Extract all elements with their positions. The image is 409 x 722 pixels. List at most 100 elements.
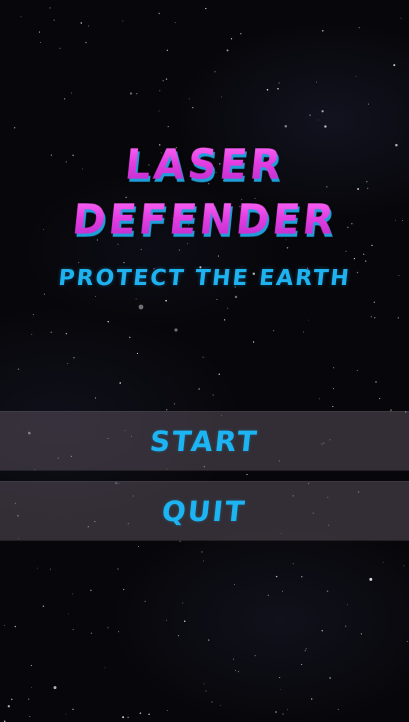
star bbox=[358, 26, 360, 29]
star bbox=[319, 398, 321, 400]
star bbox=[166, 710, 168, 711]
star bbox=[31, 333, 33, 335]
game-title-line-2: DEFENDER bbox=[0, 196, 409, 244]
star bbox=[284, 124, 288, 128]
star bbox=[174, 22, 176, 24]
star bbox=[332, 367, 335, 369]
star bbox=[123, 262, 125, 264]
star bbox=[117, 568, 119, 570]
star bbox=[220, 705, 222, 706]
star bbox=[346, 604, 348, 606]
star bbox=[129, 336, 131, 339]
star bbox=[32, 314, 34, 316]
star bbox=[211, 701, 213, 703]
star bbox=[363, 253, 365, 255]
star bbox=[104, 667, 106, 669]
star bbox=[279, 689, 281, 690]
star bbox=[315, 81, 318, 83]
star bbox=[183, 620, 186, 622]
star bbox=[353, 258, 355, 260]
star bbox=[73, 357, 75, 359]
star bbox=[205, 690, 207, 692]
star bbox=[72, 593, 74, 595]
star bbox=[369, 577, 373, 581]
star bbox=[207, 639, 210, 641]
star bbox=[201, 551, 203, 553]
star bbox=[254, 655, 256, 657]
star bbox=[11, 698, 13, 701]
star bbox=[322, 30, 324, 32]
star bbox=[308, 319, 310, 321]
star bbox=[173, 403, 175, 405]
star bbox=[49, 7, 51, 9]
star bbox=[166, 619, 167, 621]
asteroid bbox=[138, 304, 144, 310]
star bbox=[329, 677, 331, 679]
star bbox=[123, 588, 125, 591]
star bbox=[311, 698, 313, 700]
start-button[interactable]: START bbox=[0, 411, 409, 471]
star bbox=[28, 698, 30, 700]
star bbox=[370, 316, 372, 318]
star bbox=[80, 22, 83, 24]
star bbox=[72, 629, 74, 631]
star bbox=[373, 301, 375, 303]
star bbox=[53, 19, 55, 21]
star bbox=[29, 716, 31, 718]
star bbox=[94, 397, 97, 399]
star bbox=[77, 261, 80, 264]
star bbox=[397, 317, 399, 319]
star bbox=[400, 17, 402, 19]
star bbox=[122, 716, 125, 719]
star bbox=[374, 317, 376, 319]
star bbox=[159, 90, 161, 92]
star bbox=[345, 250, 347, 252]
star bbox=[345, 625, 347, 627]
quit-button[interactable]: QUIT bbox=[0, 481, 409, 541]
star bbox=[355, 75, 357, 77]
star bbox=[286, 247, 289, 249]
star bbox=[14, 625, 17, 628]
star bbox=[148, 713, 150, 715]
star bbox=[309, 114, 311, 116]
star bbox=[278, 82, 280, 84]
star bbox=[72, 708, 74, 711]
star bbox=[382, 561, 384, 563]
star bbox=[43, 293, 45, 295]
star bbox=[39, 41, 42, 43]
star bbox=[317, 119, 319, 121]
star bbox=[246, 474, 248, 476]
star bbox=[165, 299, 167, 302]
star bbox=[279, 677, 281, 679]
star bbox=[139, 712, 142, 714]
star bbox=[107, 627, 109, 629]
star bbox=[53, 686, 57, 690]
star bbox=[406, 640, 408, 642]
star bbox=[65, 713, 67, 715]
star bbox=[301, 575, 303, 578]
star bbox=[287, 709, 289, 711]
star bbox=[393, 64, 396, 67]
star bbox=[232, 658, 235, 660]
star bbox=[326, 590, 329, 593]
star bbox=[144, 600, 146, 602]
star bbox=[3, 624, 5, 626]
star bbox=[220, 96, 222, 98]
star bbox=[67, 363, 69, 364]
star bbox=[166, 49, 169, 51]
star bbox=[68, 613, 69, 615]
star bbox=[267, 594, 269, 596]
star bbox=[13, 127, 16, 129]
star bbox=[129, 92, 133, 95]
star bbox=[281, 590, 283, 592]
star bbox=[71, 92, 73, 94]
star bbox=[371, 244, 373, 246]
star bbox=[403, 565, 405, 567]
star bbox=[182, 602, 184, 604]
star bbox=[39, 31, 41, 33]
asteroid bbox=[174, 328, 178, 332]
star bbox=[272, 329, 275, 332]
star bbox=[337, 708, 339, 710]
star bbox=[107, 320, 109, 323]
star bbox=[135, 298, 137, 300]
